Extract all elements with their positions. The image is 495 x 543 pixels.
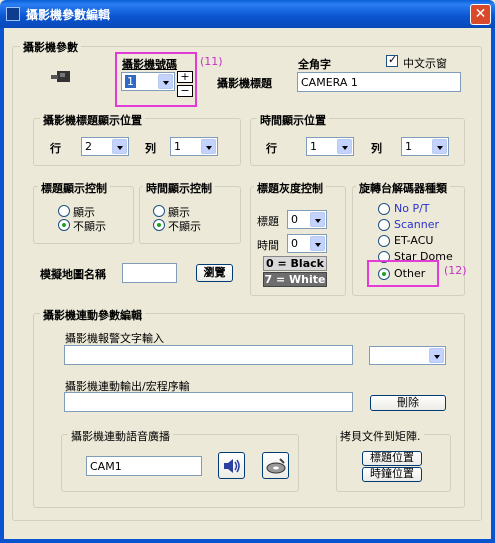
stepper-down-button[interactable]: − [177, 85, 193, 97]
chevron-down-icon[interactable] [310, 236, 325, 251]
camera-number-value: 1 [125, 75, 136, 88]
window-title: 攝影機參數編輯 [26, 8, 111, 22]
title-col-select[interactable]: 1 [170, 137, 218, 156]
stepper-up-button[interactable]: + [177, 71, 193, 83]
title-col-value: 1 [174, 140, 181, 153]
time-row-value: 1 [310, 140, 317, 153]
decoder-other-radio[interactable] [378, 268, 390, 280]
decoder-other-label: Other [394, 267, 426, 280]
gray-level-title: 標題灰度控制 [254, 180, 326, 196]
record-button[interactable] [262, 452, 289, 479]
disc-icon [266, 458, 285, 474]
title-col-label: 列 [145, 142, 156, 155]
map-name-input[interactable] [122, 263, 177, 283]
decoder-type-title: 旋轉台解碼器種類 [356, 180, 450, 196]
voice-value: CAM1 [90, 460, 122, 473]
check-icon: ✓ [388, 53, 398, 66]
gray-title-label: 標題 [257, 215, 279, 228]
app-icon [6, 7, 20, 21]
chevron-down-icon[interactable] [158, 74, 173, 89]
chevron-down-icon[interactable] [112, 139, 127, 154]
alarm-text-label: 攝影機報警文字輸入 [65, 332, 164, 345]
chinese-display-label: 中文示窗 [403, 57, 447, 70]
voice-input[interactable]: CAM1 [86, 456, 202, 476]
title-hide-radio[interactable] [58, 219, 70, 231]
macro-input[interactable] [64, 392, 353, 412]
camera-number-select[interactable]: 1 [121, 72, 175, 91]
title-position-button[interactable]: 標題位置 [362, 451, 422, 466]
chevron-down-icon[interactable] [432, 139, 447, 154]
chinese-display-checkbox[interactable]: ✓ [386, 53, 398, 67]
decoder-scanner-label: Scanner [394, 218, 440, 231]
time-col-value: 1 [405, 140, 412, 153]
fullwidth-label: 全角字 [298, 58, 331, 71]
time-hide-label: 不顯示 [168, 220, 201, 233]
time-show-radio[interactable] [153, 205, 165, 217]
chevron-down-icon[interactable] [429, 348, 444, 363]
time-col-label: 列 [371, 142, 382, 155]
window-frame-left [0, 28, 4, 543]
chevron-down-icon[interactable] [337, 139, 352, 154]
speaker-icon [223, 459, 240, 473]
map-name-label: 模擬地圖名稱 [40, 268, 106, 281]
time-row-label: 行 [266, 142, 277, 155]
clock-position-button[interactable]: 時鐘位置 [362, 467, 422, 482]
title-row-label: 行 [50, 142, 61, 155]
browse-button[interactable]: 瀏覽 [196, 264, 233, 282]
time-display-title: 時間顯示控制 [143, 180, 215, 196]
camera-title-value: CAMERA 1 [301, 76, 358, 89]
time-hide-radio[interactable] [153, 219, 165, 231]
title-position-title: 攝影機標題顯示位置 [40, 112, 145, 128]
time-row-select[interactable]: 1 [306, 137, 354, 156]
decoder-scanner-radio[interactable] [378, 219, 390, 231]
gray-time-select[interactable]: 0 [287, 234, 327, 253]
camera-number-label: 攝影機號碼 [122, 58, 177, 71]
camera-title-label: 攝影機標題 [217, 77, 272, 90]
annotation-12: (12) [444, 264, 467, 277]
decoder-et-acu-label: ET-ACU [394, 234, 434, 247]
gray-time-label: 時間 [257, 239, 279, 252]
close-button[interactable]: ✕ [470, 4, 491, 25]
copy-group-title: 拷貝文件到矩陣. [337, 428, 424, 444]
chevron-down-icon[interactable] [201, 139, 216, 154]
decoder-no-pt-label: No P/T [394, 202, 430, 215]
time-position-title: 時間顯示位置 [257, 112, 329, 128]
window-frame-right [491, 28, 495, 543]
title-show-radio[interactable] [58, 205, 70, 217]
camera-title-input[interactable]: CAMERA 1 [297, 72, 461, 92]
title-hide-label: 不顯示 [73, 220, 106, 233]
alarm-text-input[interactable] [64, 345, 353, 365]
black-hint: 0 = Black [263, 256, 327, 271]
window-frame-bottom [0, 539, 495, 543]
gray-title-select[interactable]: 0 [287, 210, 327, 229]
delete-button[interactable]: 刪除 [370, 395, 446, 411]
white-hint: 7 = White [263, 272, 327, 287]
chevron-down-icon[interactable] [310, 212, 325, 227]
speaker-button[interactable] [218, 452, 245, 479]
gray-title-value: 0 [291, 213, 298, 226]
title-display-title: 標題顯示控制 [38, 180, 110, 196]
annotation-11: (11) [200, 55, 223, 68]
gray-time-value: 0 [291, 237, 298, 250]
alarm-combo-select[interactable] [369, 346, 446, 365]
title-row-value: 2 [85, 140, 92, 153]
decoder-no-pt-radio[interactable] [378, 203, 390, 215]
decoder-et-acu-radio[interactable] [378, 235, 390, 247]
title-row-select[interactable]: 2 [81, 137, 129, 156]
time-col-select[interactable]: 1 [401, 137, 449, 156]
voice-group-title: 攝影機連動語音廣播 [68, 428, 173, 444]
camera-params-title: 攝影機參數 [20, 39, 81, 55]
linkage-title: 攝影機連動參數編輯 [40, 307, 145, 323]
camera-icon [50, 67, 72, 85]
